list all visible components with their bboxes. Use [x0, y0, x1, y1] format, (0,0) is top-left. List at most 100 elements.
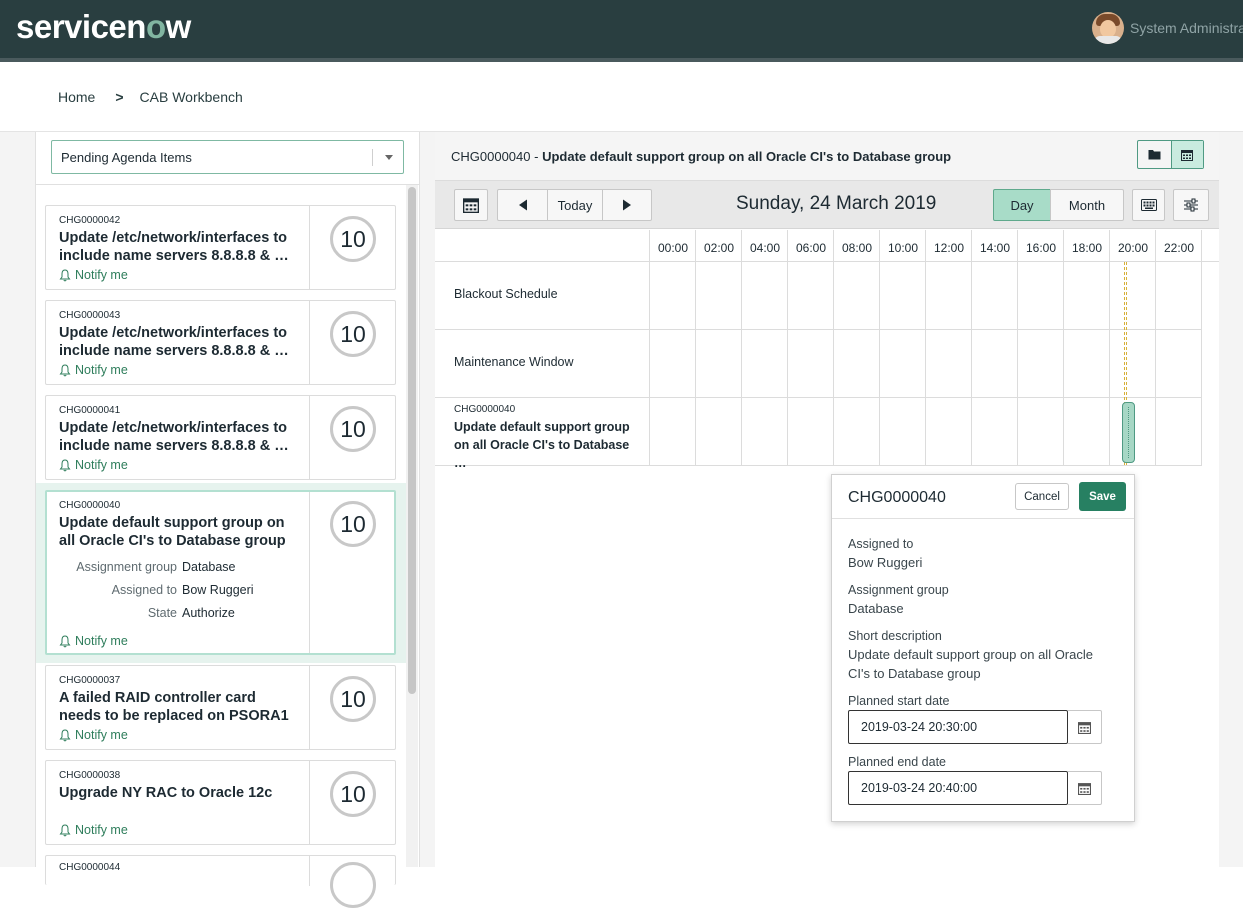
planned-start-label: Planned start date [848, 694, 950, 708]
planned-end-picker-button[interactable] [1068, 771, 1102, 805]
notify-me-label: Notify me [75, 728, 128, 742]
planned-end-label: Planned end date [848, 755, 947, 769]
change-number: CHG0000037 [59, 675, 121, 686]
calendar-icon [1181, 149, 1194, 161]
change-number: CHG0000041 [59, 405, 121, 416]
notify-me-link[interactable]: Notify me [59, 634, 128, 648]
notify-me-link[interactable]: Notify me [59, 268, 128, 282]
change-detail-header: CHG0000040 - Update default support grou… [435, 132, 1219, 181]
change-number: CHG0000043 [59, 310, 121, 321]
risk-score-badge: 10 [330, 676, 376, 722]
notify-me-label: Notify me [75, 458, 128, 472]
agenda-item-selected[interactable]: CHG0000040 Update default support group … [45, 490, 396, 655]
list-separator [36, 184, 419, 185]
save-button[interactable]: Save [1079, 482, 1126, 511]
bell-icon [59, 268, 71, 281]
cancel-button[interactable]: Cancel [1015, 483, 1069, 510]
breadcrumb: Home > CAB Workbench [58, 89, 243, 105]
top-navigation-bar: servicenow System Administrator [0, 0, 1243, 58]
agenda-filter-select[interactable]: Pending Agenda Items [51, 140, 404, 174]
risk-score-badge: 10 [330, 311, 376, 357]
hour-label: 06:00 [795, 241, 827, 255]
card-divider [309, 761, 310, 844]
notify-me-link[interactable]: Notify me [59, 363, 128, 377]
arrow-left-icon [518, 199, 527, 211]
day-view-button[interactable]: Day [993, 189, 1051, 221]
card-divider [309, 206, 310, 289]
card-divider [309, 666, 310, 749]
agenda-filter-value: Pending Agenda Items [61, 150, 192, 165]
user-avatar[interactable] [1092, 12, 1124, 44]
breadcrumb-home-link[interactable]: Home [58, 89, 95, 105]
sliders-icon [1184, 198, 1198, 212]
risk-score-badge [330, 862, 376, 908]
header-accent-strip [0, 58, 1243, 62]
avatar-shirt [1094, 36, 1122, 44]
planned-start-input[interactable]: 2019-03-24 20:30:00 [848, 710, 1068, 744]
hour-label: 04:00 [749, 241, 781, 255]
agenda-item[interactable]: CHG0000043 Update /etc/network/interface… [45, 300, 396, 385]
assigned-to-value: Bow Ruggeri [182, 583, 254, 597]
hour-label: 12:00 [933, 241, 965, 255]
agenda-item[interactable]: CHG0000038 Upgrade NY RAC to Oracle 12c … [45, 760, 396, 845]
bell-icon [59, 458, 71, 471]
agenda-scrollbar-thumb[interactable] [408, 187, 416, 694]
maintenance-window-label: Maintenance Window [454, 355, 574, 369]
calendar-icon [1078, 782, 1091, 795]
card-divider [309, 396, 310, 479]
assignment-group-label: Assignment group [76, 560, 177, 574]
risk-score-badge: 10 [330, 406, 376, 452]
keyboard-icon [1140, 199, 1157, 211]
user-name[interactable]: System Administrator [1130, 20, 1243, 36]
assignment-group-value: Database [182, 560, 236, 574]
notify-me-link[interactable]: Notify me [59, 728, 128, 742]
notify-me-link[interactable]: Notify me [59, 823, 128, 837]
card-divider [309, 856, 310, 886]
agenda-item[interactable]: CHG0000042 Update /etc/network/interface… [45, 205, 396, 290]
hour-label: 14:00 [979, 241, 1011, 255]
change-number: CHG0000038 [59, 770, 121, 781]
previous-button[interactable] [497, 189, 548, 221]
hour-label: 20:00 [1117, 241, 1149, 255]
change-title: Update /etc/network/interfaces to includ… [59, 325, 289, 359]
settings-button[interactable] [1173, 189, 1209, 221]
hour-label: 10:00 [887, 241, 919, 255]
change-number: CHG0000044 [59, 862, 121, 873]
bell-icon [59, 363, 71, 376]
chevron-down-icon[interactable] [385, 155, 393, 160]
planned-start-picker-button[interactable] [1068, 710, 1102, 744]
notify-me-link[interactable]: Notify me [59, 458, 128, 472]
servicenow-logo[interactable]: servicenow [16, 8, 191, 46]
bell-icon [59, 823, 71, 836]
month-view-button[interactable]: Month [1050, 189, 1124, 221]
change-title: Update /etc/network/interfaces to includ… [59, 420, 289, 454]
planned-end-input[interactable]: 2019-03-24 20:40:00 [848, 771, 1068, 805]
folder-view-button[interactable] [1138, 141, 1171, 168]
breadcrumb-chevron-icon: > [115, 89, 124, 105]
card-divider [309, 301, 310, 384]
agenda-item[interactable]: CHG0000037 A failed RAID controller card… [45, 665, 396, 750]
agenda-item[interactable]: CHG0000044 [45, 855, 396, 908]
assigned-to-label: Assigned to [111, 583, 177, 597]
calendar-view-button[interactable] [1170, 141, 1203, 168]
agenda-item[interactable]: CHG0000041 Update /etc/network/interface… [45, 395, 396, 480]
row-change-number: CHG0000040 [454, 404, 516, 415]
risk-score-badge: 10 [330, 216, 376, 262]
today-button[interactable]: Today [547, 189, 603, 221]
current-date-title: Sunday, 24 March 2019 [736, 193, 937, 214]
calendar-icon [463, 198, 479, 213]
next-button[interactable] [602, 189, 652, 221]
assigned-to-value: Bow Ruggeri [848, 555, 923, 570]
change-edit-popup: CHG0000040 Cancel Save Assigned to Bow R… [831, 474, 1135, 822]
state-value: Authorize [182, 606, 235, 620]
change-title: Update /etc/network/interfaces to includ… [59, 230, 289, 264]
popup-title: CHG0000040 [848, 489, 946, 506]
hour-label: 22:00 [1163, 241, 1195, 255]
keyboard-shortcuts-button[interactable] [1132, 189, 1165, 221]
breadcrumb-current[interactable]: CAB Workbench [140, 89, 243, 105]
row-change-title[interactable]: Update default support group on all Orac… [454, 418, 640, 472]
gutter [420, 132, 435, 867]
change-event-bar[interactable] [1122, 402, 1135, 463]
change-title: Upgrade NY RAC to Oracle 12c [59, 785, 273, 801]
date-picker-button[interactable] [454, 189, 488, 221]
